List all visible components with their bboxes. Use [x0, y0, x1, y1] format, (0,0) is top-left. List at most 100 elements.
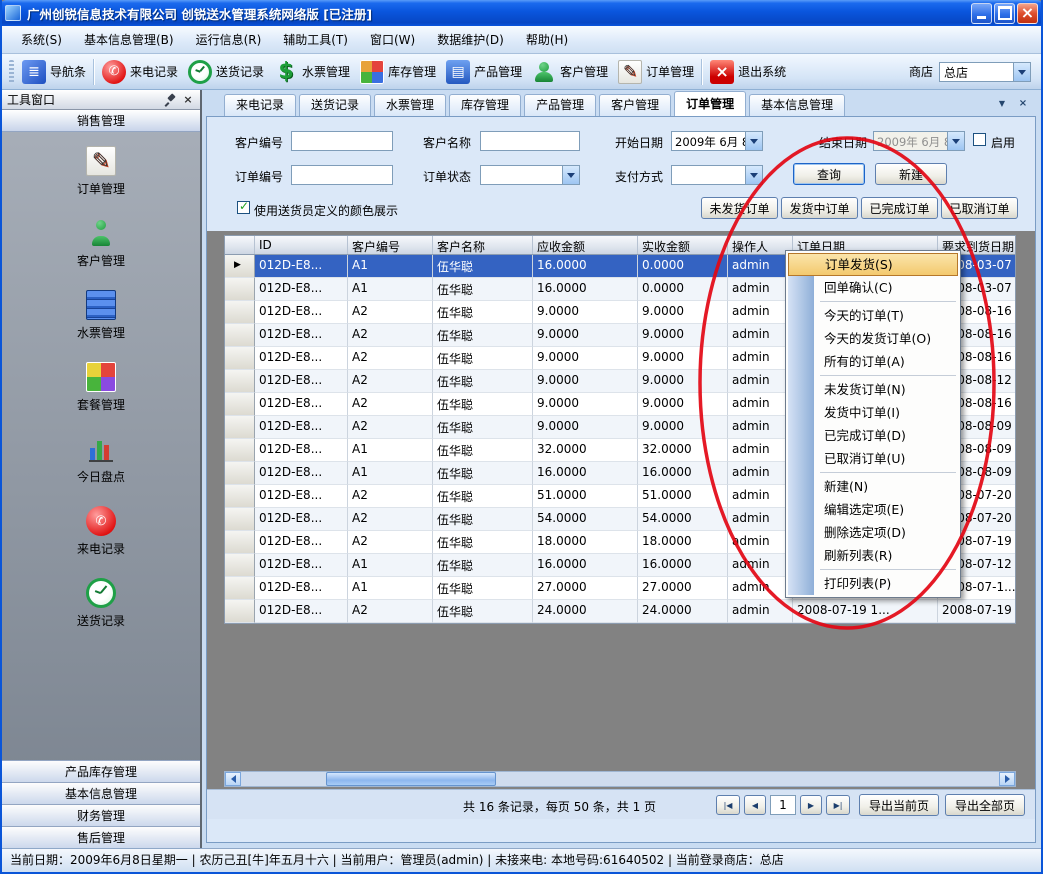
dropdown-icon[interactable] [1013, 63, 1030, 81]
context-menu-item[interactable]: 今天的订单(T) [788, 304, 958, 327]
toolbar-call-log-button[interactable]: 来电记录 [97, 57, 183, 87]
tab-basic-info[interactable]: 基本信息管理 [749, 94, 845, 116]
next-page-button[interactable] [800, 795, 822, 815]
restore-icon[interactable] [994, 3, 1015, 24]
sidebar-item-delivery-log[interactable]: 送货记录 [2, 578, 200, 629]
row-selector-cell[interactable] [225, 301, 255, 324]
tab-incoming-calls[interactable]: 来电记录 [224, 94, 296, 116]
tab-water-tickets[interactable]: 水票管理 [374, 94, 446, 116]
row-selector-cell[interactable] [225, 324, 255, 347]
sidebar-item-daily-check[interactable]: 今日盘点 [2, 434, 200, 485]
order-no-input[interactable] [291, 165, 393, 185]
tab-customers[interactable]: 客户管理 [599, 94, 671, 116]
page-number-input[interactable] [770, 795, 796, 815]
export-all-pages-button[interactable]: 导出全部页 [945, 794, 1025, 816]
prev-page-button[interactable] [744, 795, 766, 815]
context-menu-item[interactable]: 订单发货(S) [788, 253, 958, 276]
row-selector-cell[interactable] [225, 439, 255, 462]
customer-name-input[interactable] [480, 131, 580, 151]
filter-shipping-button[interactable]: 发货中订单 [781, 197, 858, 219]
menu-item[interactable]: 帮助(H) [515, 26, 579, 53]
row-selector-cell[interactable] [225, 370, 255, 393]
menu-item[interactable]: 窗口(W) [359, 26, 426, 53]
sidebar-item-order[interactable]: 订单管理 [2, 146, 200, 197]
scrollbar-track[interactable] [241, 772, 999, 786]
tool-window-header[interactable]: 工具窗口 [2, 90, 200, 110]
sidebar-item-customer[interactable]: 客户管理 [2, 218, 200, 269]
tab-delivery-records[interactable]: 送货记录 [299, 94, 371, 116]
color-display-checkbox[interactable] [237, 201, 250, 214]
sidebar-section-bar[interactable]: 基本信息管理 [2, 782, 200, 804]
column-header-receivable[interactable]: 应收金额 [533, 236, 638, 254]
column-header-id[interactable]: ID [255, 236, 348, 254]
pay-method-select[interactable] [671, 165, 763, 185]
sidebar-section-bar[interactable]: 产品库存管理 [2, 760, 200, 782]
toolbar-water-ticket-button[interactable]: 水票管理 [269, 57, 355, 87]
dropdown-icon[interactable] [562, 166, 579, 184]
context-menu-item[interactable]: 打印列表(P) [788, 572, 958, 595]
row-selector-cell[interactable] [225, 347, 255, 370]
sidebar-section-sales[interactable]: 销售管理 [2, 110, 200, 132]
sidebar-item-water-ticket[interactable]: 水票管理 [2, 290, 200, 341]
toolbar-exit-button[interactable]: 退出系统 [705, 57, 791, 87]
context-menu-item[interactable]: 刷新列表(R) [788, 544, 958, 567]
toolbar-product-button[interactable]: 产品管理 [441, 57, 527, 87]
table-row[interactable]: 012D-E8... A2 伍华聪 24.0000 24.0000 admin … [225, 600, 1015, 623]
last-page-button[interactable] [826, 795, 850, 815]
close-icon[interactable] [181, 93, 195, 107]
context-menu-item[interactable]: 已取消订单(U) [788, 447, 958, 470]
row-selector-cell[interactable] [225, 278, 255, 301]
toolbar-nav-button[interactable]: 导航条 [17, 57, 91, 87]
row-selector-cell[interactable] [225, 416, 255, 439]
sidebar-item-package[interactable]: 套餐管理 [2, 362, 200, 413]
scroll-right-icon[interactable] [999, 772, 1015, 786]
order-status-select[interactable] [480, 165, 580, 185]
menu-item[interactable]: 系统(S) [10, 26, 73, 53]
tab-orders[interactable]: 订单管理 [674, 91, 746, 116]
first-page-button[interactable] [716, 795, 740, 815]
pin-icon[interactable] [163, 93, 177, 107]
new-button[interactable]: 新建 [875, 163, 947, 185]
context-menu-item[interactable]: 新建(N) [788, 475, 958, 498]
filter-completed-button[interactable]: 已完成订单 [861, 197, 938, 219]
tab-products[interactable]: 产品管理 [524, 94, 596, 116]
toolbar-order-button[interactable]: 订单管理 [613, 57, 699, 87]
context-menu-item[interactable]: 删除选定项(D) [788, 521, 958, 544]
sidebar-section-bar[interactable]: 售后管理 [2, 826, 200, 848]
enable-checkbox[interactable] [973, 133, 986, 146]
close-icon[interactable] [1017, 3, 1038, 24]
store-select[interactable]: 总店 [939, 62, 1031, 82]
menu-item[interactable]: 运行信息(R) [185, 26, 273, 53]
column-header-received[interactable]: 实收金额 [638, 236, 728, 254]
column-header-operator[interactable]: 操作人 [728, 236, 793, 254]
row-selector-cell[interactable] [225, 531, 255, 554]
customer-no-input[interactable] [291, 131, 393, 151]
context-menu-item[interactable]: 今天的发货订单(O) [788, 327, 958, 350]
query-button[interactable]: 查询 [793, 163, 865, 185]
menu-item[interactable]: 辅助工具(T) [272, 26, 359, 53]
context-menu-item[interactable]: 已完成订单(D) [788, 424, 958, 447]
row-selector-cell[interactable] [225, 255, 255, 278]
row-selector-cell[interactable] [225, 393, 255, 416]
context-menu-item[interactable]: 未发货订单(N) [788, 378, 958, 401]
row-selector-cell[interactable] [225, 508, 255, 531]
menu-item[interactable]: 基本信息管理(B) [73, 26, 185, 53]
tab-list-dropdown-icon[interactable] [994, 96, 1010, 111]
row-selector-cell[interactable] [225, 600, 255, 623]
start-date-picker[interactable]: 2009年 6月 8日 [671, 131, 763, 151]
title-bar[interactable]: 广州创锐信息技术有限公司 创锐送水管理系统网络版 [已注册] [0, 0, 1043, 26]
toolbar-grip[interactable] [9, 60, 14, 84]
filter-cancelled-button[interactable]: 已取消订单 [941, 197, 1018, 219]
toolbar-customer-button[interactable]: 客户管理 [527, 57, 613, 87]
sidebar-section-bar[interactable]: 财务管理 [2, 804, 200, 826]
export-current-page-button[interactable]: 导出当前页 [859, 794, 939, 816]
context-menu-item[interactable]: 发货中订单(I) [788, 401, 958, 424]
context-menu-item[interactable]: 所有的订单(A) [788, 350, 958, 373]
scrollbar-thumb[interactable] [326, 772, 496, 786]
tab-inventory[interactable]: 库存管理 [449, 94, 521, 116]
minimize-icon[interactable] [971, 3, 992, 24]
sidebar-item-call-log[interactable]: 来电记录 [2, 506, 200, 557]
horizontal-scrollbar[interactable] [224, 771, 1016, 787]
close-tab-icon[interactable] [1015, 96, 1031, 111]
row-selector-cell[interactable] [225, 554, 255, 577]
